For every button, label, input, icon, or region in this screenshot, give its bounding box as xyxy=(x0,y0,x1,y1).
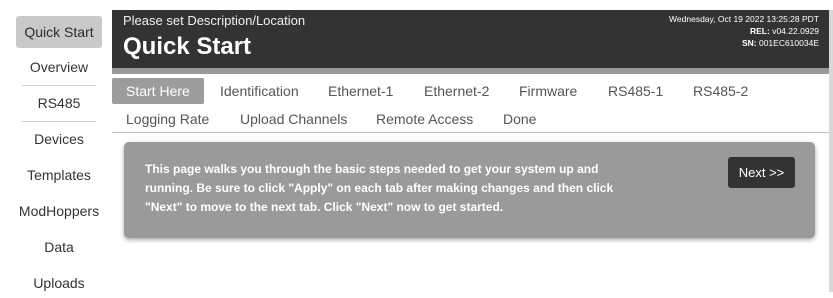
sidebar-item-modhoppers[interactable]: ModHoppers xyxy=(12,196,106,226)
page-header: Please set Description/Location Quick St… xyxy=(112,10,829,68)
instructions-line: "Next" to move to the next tab. Click "N… xyxy=(145,200,504,214)
sidebar-item-devices[interactable]: Devices xyxy=(12,124,106,154)
sidebar-divider xyxy=(22,85,96,86)
description-location[interactable]: Please set Description/Location xyxy=(123,13,305,28)
sidebar: Quick Start Overview RS485 Devices Templ… xyxy=(12,10,106,292)
instructions-line: This page walks you through the basic st… xyxy=(145,162,599,176)
tab-start-here[interactable]: Start Here xyxy=(112,78,204,104)
tab-remote-access[interactable]: Remote Access xyxy=(376,106,473,132)
tab-divider xyxy=(112,132,829,133)
sidebar-item-label: Devices xyxy=(34,131,84,147)
tab-upload-channels[interactable]: Upload Channels xyxy=(240,106,347,132)
next-button[interactable]: Next >> xyxy=(728,157,795,188)
release-label: REL: xyxy=(749,26,770,36)
sidebar-item-rs485[interactable]: RS485 xyxy=(12,88,106,118)
release-version: REL: v04.22.0929 xyxy=(669,25,819,37)
tab-rs485-2[interactable]: RS485-2 xyxy=(693,78,748,104)
instructions-line: running. Be sure to click "Apply" on eac… xyxy=(145,181,614,195)
sidebar-divider xyxy=(22,121,96,122)
sidebar-item-templates[interactable]: Templates xyxy=(12,160,106,190)
sidebar-item-label: Overview xyxy=(29,59,89,75)
sidebar-item-quick-start[interactable]: Quick Start xyxy=(16,16,102,48)
tab-done[interactable]: Done xyxy=(503,106,536,132)
tab-logging-rate[interactable]: Logging Rate xyxy=(126,106,209,132)
tab-ethernet-2[interactable]: Ethernet-2 xyxy=(424,78,489,104)
tab-bar: Start Here Identification Ethernet-1 Eth… xyxy=(112,74,829,134)
sidebar-item-data[interactable]: Data xyxy=(12,232,106,262)
sidebar-item-uploads[interactable]: Uploads xyxy=(12,268,106,298)
serial-value: 001EC610034E xyxy=(758,38,819,48)
instructions-text: This page walks you through the basic st… xyxy=(145,160,665,217)
sidebar-item-label: Quick Start xyxy=(24,24,94,40)
tab-ethernet-1[interactable]: Ethernet-1 xyxy=(328,78,393,104)
system-info: Wednesday, Oct 19 2022 13:25:28 PDT REL:… xyxy=(669,13,819,49)
tab-rs485-1[interactable]: RS485-1 xyxy=(608,78,663,104)
sidebar-item-label: Uploads xyxy=(33,275,85,291)
tab-firmware[interactable]: Firmware xyxy=(519,78,577,104)
sidebar-item-label: Templates xyxy=(27,167,91,183)
release-value: v04.22.0929 xyxy=(772,26,819,36)
sidebar-item-label: ModHoppers xyxy=(18,203,100,219)
datetime: Wednesday, Oct 19 2022 13:25:28 PDT xyxy=(669,14,819,24)
scrollbar[interactable] xyxy=(829,10,833,292)
sidebar-item-label: RS485 xyxy=(37,95,81,111)
serial-label: SN: xyxy=(741,38,757,48)
tab-identification[interactable]: Identification xyxy=(220,78,299,104)
page-title: Quick Start xyxy=(123,33,252,60)
sidebar-item-label: Data xyxy=(44,239,74,255)
instructions-panel: This page walks you through the basic st… xyxy=(124,142,815,238)
sidebar-item-overview[interactable]: Overview xyxy=(12,52,106,82)
serial-number: SN: 001EC610034E xyxy=(669,37,819,49)
